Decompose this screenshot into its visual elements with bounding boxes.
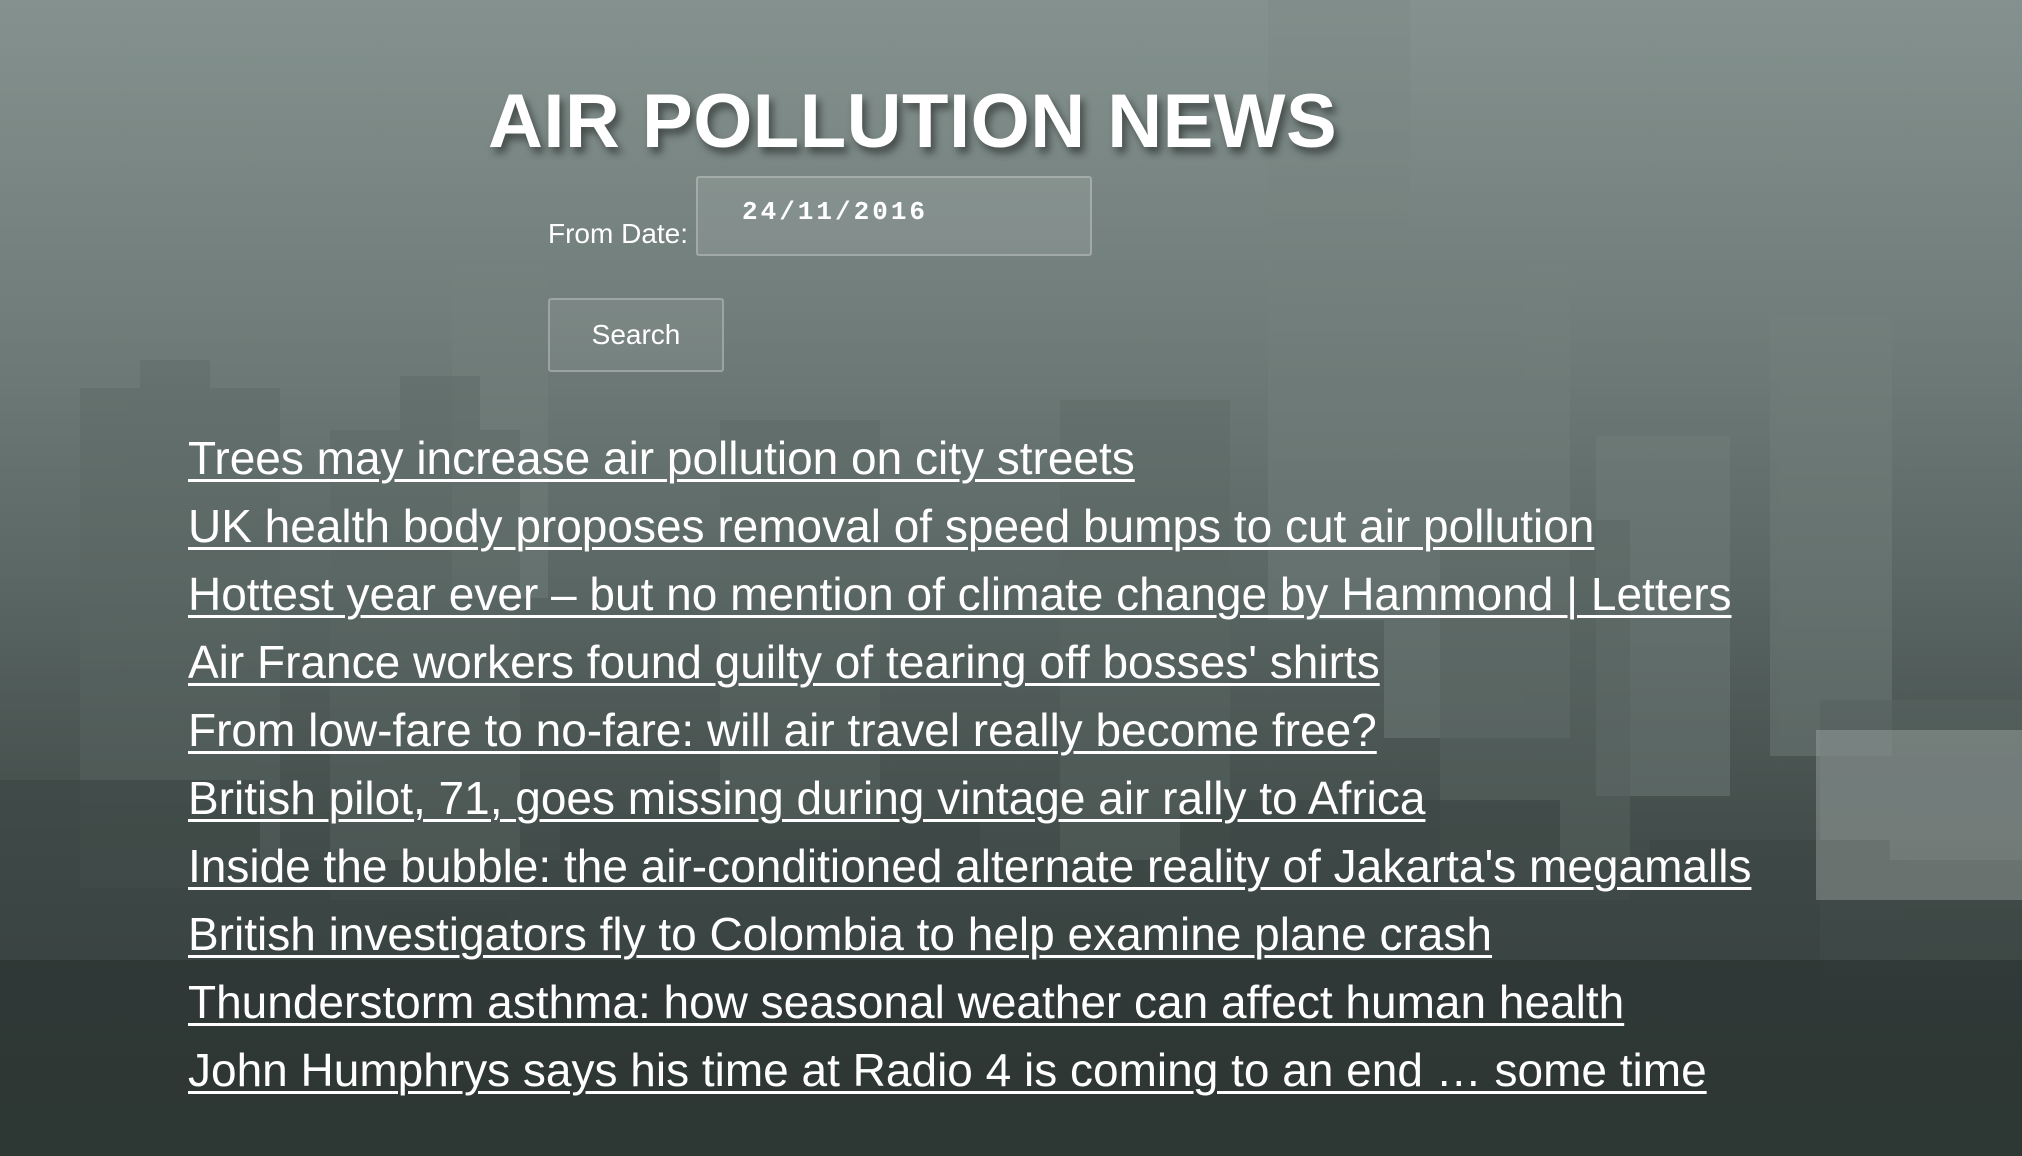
- list-item: UK health body proposes removal of speed…: [188, 492, 1751, 560]
- news-link[interactable]: UK health body proposes removal of speed…: [188, 500, 1594, 552]
- news-list: Trees may increase air pollution on city…: [188, 424, 1751, 1104]
- news-link[interactable]: Inside the bubble: the air-conditioned a…: [188, 840, 1751, 892]
- list-item: Inside the bubble: the air-conditioned a…: [188, 832, 1751, 900]
- news-link[interactable]: Thunderstorm asthma: how seasonal weathe…: [188, 976, 1624, 1028]
- list-item: Trees may increase air pollution on city…: [188, 424, 1751, 492]
- news-link[interactable]: Trees may increase air pollution on city…: [188, 432, 1135, 484]
- news-link[interactable]: British investigators fly to Colombia to…: [188, 908, 1492, 960]
- news-link[interactable]: John Humphrys says his time at Radio 4 i…: [188, 1044, 1707, 1096]
- list-item: British pilot, 71, goes missing during v…: [188, 764, 1751, 832]
- from-date-input[interactable]: [696, 176, 1092, 256]
- news-link[interactable]: Air France workers found guilty of teari…: [188, 636, 1380, 688]
- list-item: John Humphrys says his time at Radio 4 i…: [188, 1036, 1751, 1104]
- news-link[interactable]: From low-fare to no-fare: will air trave…: [188, 704, 1377, 756]
- news-link[interactable]: British pilot, 71, goes missing during v…: [188, 772, 1425, 824]
- search-button[interactable]: Search: [548, 298, 724, 372]
- news-link[interactable]: Hottest year ever – but no mention of cl…: [188, 568, 1732, 620]
- list-item: From low-fare to no-fare: will air trave…: [188, 696, 1751, 764]
- from-date-label: From Date:: [548, 218, 689, 249]
- page-title: AIR POLLUTION NEWS: [488, 79, 1338, 164]
- list-item: Air France workers found guilty of teari…: [188, 628, 1751, 696]
- list-item: Thunderstorm asthma: how seasonal weathe…: [188, 968, 1751, 1036]
- list-item: Hottest year ever – but no mention of cl…: [188, 560, 1751, 628]
- list-item: British investigators fly to Colombia to…: [188, 900, 1751, 968]
